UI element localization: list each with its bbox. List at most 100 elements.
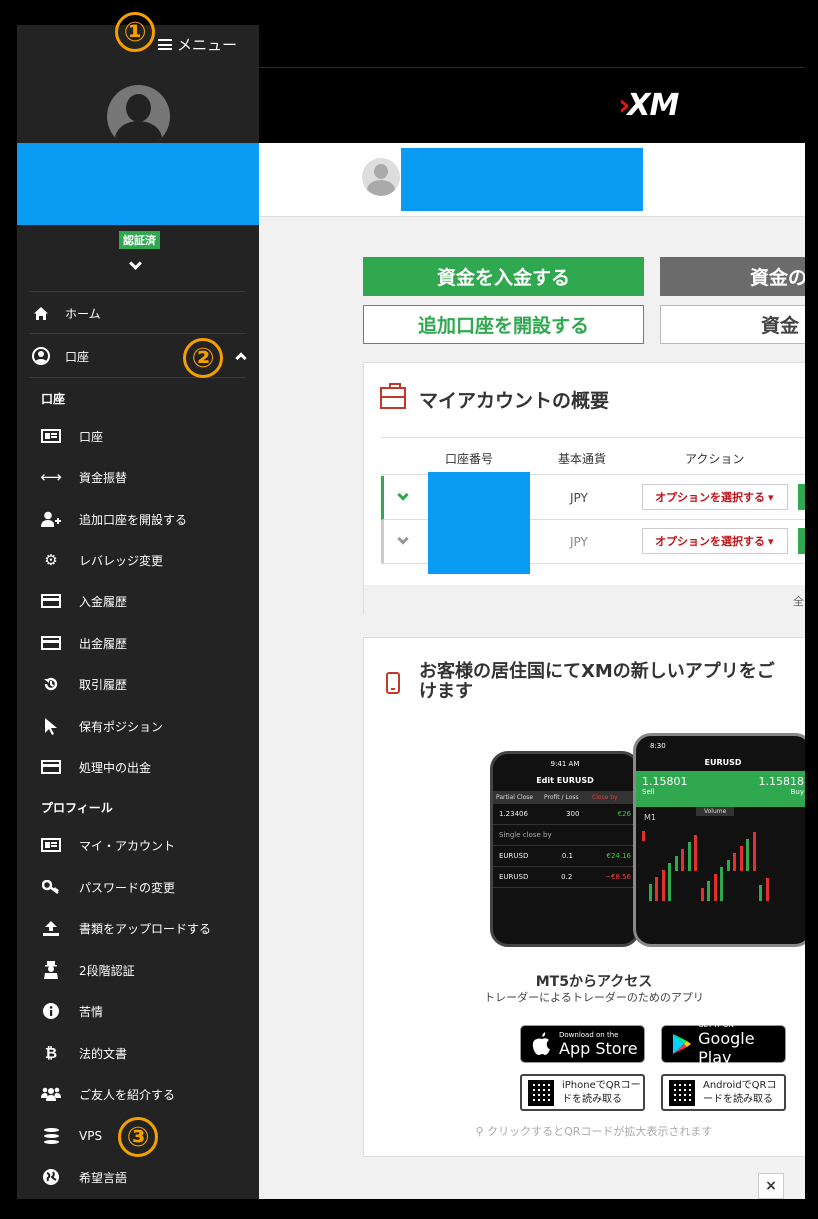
upload-icon [41,918,61,938]
users-icon [41,1084,61,1104]
id-card-icon [41,426,61,446]
sidebar-item-label: ご友人を紹介する [79,1087,176,1102]
sidebar-item-upload-documents[interactable]: 書類をアップロードする [17,911,259,945]
annotation-marker-2: ② [183,338,223,378]
sidebar-item-open-positions[interactable]: 保有ポジション [17,709,259,743]
qr-android-button[interactable]: AndroidでQRコ ードを読み取る [661,1074,786,1111]
chart-candle [674,856,678,871]
currency-cell: JPY [570,491,588,505]
qr-iphone-button[interactable]: iPhoneでQRコー ドを読み取る [520,1074,645,1111]
chart-candle [681,849,684,871]
open-account-button[interactable]: 追加口座を開設する [363,305,644,344]
sidebar-item-deposit-history[interactable]: 入金履歴 [17,584,259,618]
chart-candle [694,835,697,871]
sidebar-item-trade-history[interactable]: 取引履歴 [17,667,259,701]
sidebar-item-legal-docs[interactable]: ₿ 法的文書 [17,1036,259,1070]
xm-logo[interactable]: ›XM [618,88,679,123]
sidebar-item-2fa[interactable]: 2段階認証 [17,953,259,987]
buy-label: Buy [790,788,804,796]
sidebar-item-home[interactable]: ホーム [17,296,259,330]
verified-badge: 認証済 [119,231,160,249]
store-big-text: App Store [559,1038,638,1058]
phone-tab: Close by [592,794,618,801]
column-header: 基本通貨 [558,452,607,466]
sidebar-item-label: 希望言語 [79,1170,128,1185]
chart-candle [746,839,749,871]
sidebar-divider [29,291,246,292]
sidebar-item-complaints[interactable]: 苦情 [17,994,259,1028]
chart-candle [739,846,743,871]
credit-card-icon [41,633,61,653]
sidebar-item-label: 処理中の出金 [79,760,152,775]
sidebar-item-pending-withdrawals[interactable]: 処理中の出金 [17,750,259,784]
sidebar-item-password[interactable]: パスワードの変更 [17,870,259,904]
chevron-down-icon[interactable] [397,489,409,501]
gear-icon: ⚙ [44,551,58,569]
trade-symbol: EURUSD [499,873,529,881]
phone-mockup-back: 9:41 AM Edit EURUSD Partial Close Profit… [490,751,640,947]
sidebar-item-label: 口座 [65,349,90,364]
user-circle-icon [31,346,51,366]
sidebar-item-open-account[interactable]: 追加口座を開設する [17,502,259,536]
option-select[interactable]: オプションを選択する ▾ [642,484,788,510]
withdraw-button[interactable]: 資金の [660,257,805,296]
price-bar: 1.15801 Sell 1.15818 Buy [636,771,805,807]
chart-candle [720,867,723,901]
app-store-button[interactable]: Download on the App Store [520,1025,645,1063]
sell-label: Sell [642,788,655,796]
redacted-account-numbers [428,472,530,574]
apple-icon [531,1032,553,1056]
avatar[interactable] [107,85,170,148]
phone-screen-title: Edit EURUSD [536,776,594,785]
sidebar-item-my-account[interactable]: マイ・アカウント [17,828,259,862]
buy-price: 1.15818 [758,775,805,788]
qr-code-icon [669,1079,695,1106]
chart-candle [655,877,658,901]
go-button[interactable] [798,484,805,510]
main-content: 資金を入金する 資金の 追加口座を開設する 資金 マイアカウントの概要 口座番号… [259,143,805,1199]
transfer-button[interactable]: 資金 [660,305,805,344]
store-small-text: Download on the [559,1030,619,1039]
history-icon [41,674,61,694]
chart-candle [707,881,710,901]
xm-logo-text: XM [627,88,679,123]
info-icon [41,1001,61,1021]
footer-link[interactable]: 全 [793,593,804,609]
table-header: 口座番号 基本通貨 アクション [381,437,805,475]
bitcoin-icon: ₿ [44,1044,58,1062]
volume-label: Volume [696,807,735,816]
menu-button[interactable]: メニュー [158,34,237,55]
sidebar-item-label: 資金振替 [79,470,128,485]
sidebar-item-label: 出金履歴 [79,636,128,651]
deposit-button[interactable]: 資金を入金する [363,257,644,296]
sidebar-item-accounts[interactable]: 口座 [17,419,259,453]
mobile-phone-icon [386,672,400,694]
sidebar-item-language[interactable]: 希望言語 [17,1160,259,1194]
hamburger-icon [158,39,172,50]
currency-cell: JPY [570,535,588,549]
chart-candle [726,860,730,871]
google-play-button[interactable]: GET IT ON Google Play [661,1021,786,1067]
trade-symbol: EURUSD [499,852,529,860]
chart-candle [733,853,736,871]
chevron-down-icon[interactable] [129,257,142,270]
chart-candle [759,885,762,901]
cursor-icon [41,716,61,736]
qr-note-text: クリックするとQRコードが拡大表示されます [487,1125,713,1138]
close-button[interactable]: × [758,1173,784,1199]
chart-candle [752,832,756,871]
sidebar-item-leverage[interactable]: ⚙ レバレッジ変更 [17,543,259,577]
sidebar-item-withdraw-history[interactable]: 出金履歴 [17,626,259,660]
redacted-user-name [401,148,643,211]
sidebar-item-label: 法的文書 [79,1046,128,1061]
sidebar-item-label: 入金履歴 [79,594,128,609]
avatar[interactable] [362,158,400,196]
go-button[interactable] [798,528,805,554]
chevron-down-icon[interactable] [397,533,409,545]
sidebar-item-transfer[interactable]: ⟷ 資金振替 [17,460,259,494]
option-select[interactable]: オプションを選択する ▾ [642,528,788,554]
chart-candle [642,831,645,841]
sidebar-item-refer-friend[interactable]: ご友人を紹介する [17,1077,259,1111]
key-icon [41,877,61,897]
search-icon: ⚲ [475,1125,488,1138]
